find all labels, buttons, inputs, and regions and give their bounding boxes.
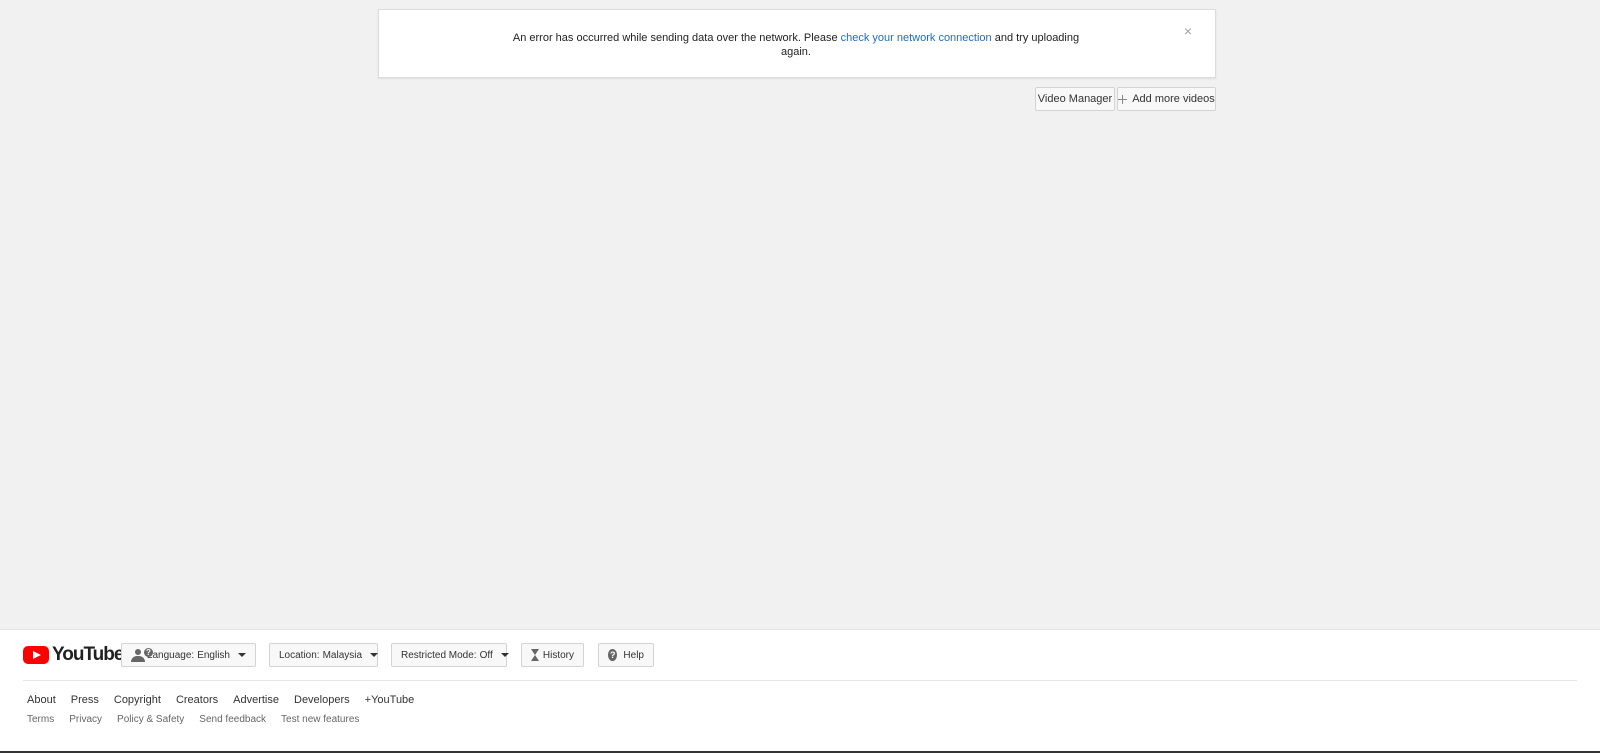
footer-link-press[interactable]: Press [71, 694, 99, 706]
add-more-videos-label: Add more videos [1132, 93, 1215, 105]
location-label: Location: [279, 649, 320, 661]
caret-down-icon [238, 653, 246, 657]
plus-icon [1118, 94, 1128, 104]
footer-link-privacy[interactable]: Privacy [69, 714, 102, 725]
help-circle-icon: ? [608, 649, 618, 661]
footer-link-copyright[interactable]: Copyright [114, 694, 161, 706]
restricted-mode-value: Off [479, 649, 493, 661]
footer-link-test-new-features[interactable]: Test new features [281, 714, 359, 725]
youtube-logo[interactable]: YouTube [23, 644, 124, 666]
restricted-mode-label: Restricted Mode: [401, 649, 477, 661]
footer-link-send-feedback[interactable]: Send feedback [199, 714, 266, 725]
upload-error-notice: An error has occurred while sending data… [378, 9, 1216, 78]
footer-link-policy-safety[interactable]: Policy & Safety [117, 714, 184, 725]
restricted-mode-button[interactable]: Restricted Mode: Off [391, 643, 509, 667]
caret-down-icon [500, 653, 509, 657]
help-button[interactable]: ? Help [598, 643, 654, 667]
youtube-play-icon [23, 646, 49, 664]
footer-secondary-links: Terms Privacy Policy & Safety Send feedb… [27, 714, 374, 725]
caret-down-icon [370, 653, 379, 657]
language-value: English [197, 649, 230, 661]
people-question-icon: ? [131, 647, 153, 662]
close-icon[interactable]: × [1181, 24, 1195, 38]
footer-link-creators[interactable]: Creators [176, 694, 218, 706]
footer-link-advertise[interactable]: Advertise [233, 694, 279, 706]
notice-message: An error has occurred while sending data… [511, 31, 1081, 59]
hourglass-icon [531, 649, 539, 661]
footer-link-terms[interactable]: Terms [27, 714, 54, 725]
video-manager-label: Video Manager [1037, 93, 1113, 105]
location-picker-button[interactable]: Location: Malaysia [269, 643, 379, 667]
history-label: History [542, 649, 574, 661]
footer-link-plus-youtube[interactable]: +YouTube [365, 694, 415, 706]
language-label: Language: [146, 649, 195, 661]
language-picker-button[interactable]: ? Language: English [121, 643, 256, 667]
history-button[interactable]: History [521, 643, 584, 667]
add-more-videos-button[interactable]: Add more videos [1117, 87, 1216, 111]
page-footer: YouTube ? Language: English Location: Ma… [0, 629, 1600, 753]
footer-primary-links: About Press Copyright Creators Advertise… [27, 694, 429, 706]
location-value: Malaysia [322, 649, 363, 661]
footer-link-developers[interactable]: Developers [294, 694, 350, 706]
footer-link-about[interactable]: About [27, 694, 56, 706]
footer-divider [23, 680, 1577, 681]
video-manager-button[interactable]: Video Manager [1035, 87, 1115, 111]
youtube-logo-text: YouTube [52, 644, 124, 665]
check-network-link[interactable]: check your network connection [841, 32, 992, 44]
notice-text-before: An error has occurred while sending data… [512, 32, 841, 44]
help-label: Help [623, 649, 644, 661]
